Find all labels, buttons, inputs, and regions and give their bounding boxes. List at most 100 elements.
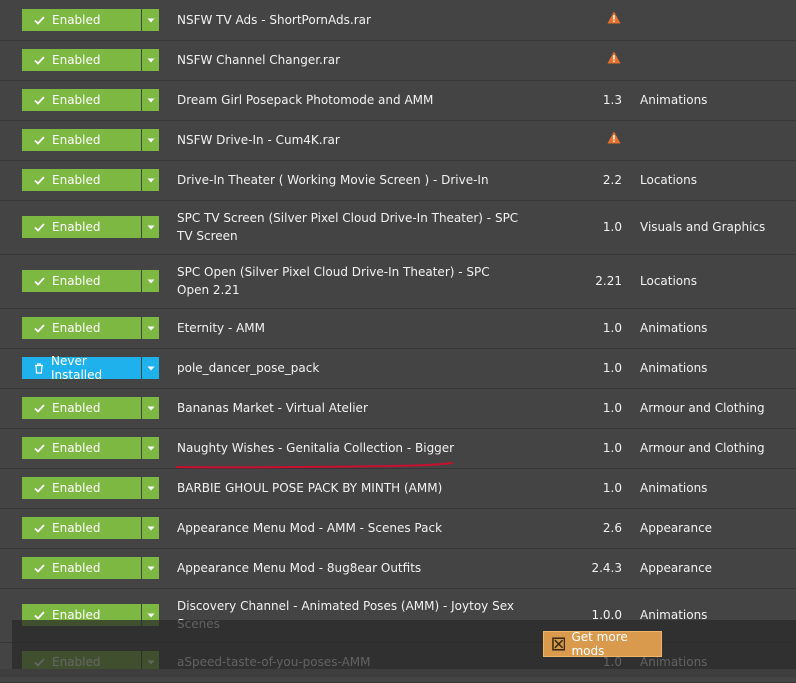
status-dropdown-toggle[interactable] bbox=[142, 357, 159, 379]
enabled-button[interactable]: Enabled bbox=[22, 270, 159, 292]
mod-name: SPC Open (Silver Pixel Cloud Drive-In Th… bbox=[177, 265, 490, 297]
enabled-button[interactable]: Enabled bbox=[22, 216, 159, 238]
chevron-down-icon bbox=[147, 326, 154, 330]
enabled-button[interactable]: Enabled bbox=[22, 557, 159, 579]
enabled-button[interactable]: Enabled bbox=[22, 129, 159, 151]
enabled-button[interactable]: Enabled bbox=[22, 477, 159, 499]
mod-name: Bananas Market - Virtual Atelier bbox=[177, 401, 368, 415]
status-dropdown-toggle[interactable] bbox=[142, 49, 159, 71]
status-toggle[interactable]: Enabled bbox=[22, 49, 141, 71]
chevron-down-icon bbox=[147, 366, 154, 370]
mod-version: 2.6 bbox=[540, 519, 622, 537]
status-dropdown-toggle[interactable] bbox=[142, 557, 159, 579]
status-toggle[interactable]: Enabled bbox=[22, 129, 141, 151]
never-installed-button[interactable]: Never Installed bbox=[22, 354, 159, 382]
status-dropdown-toggle[interactable] bbox=[142, 477, 159, 499]
status-toggle[interactable]: Enabled bbox=[22, 216, 141, 238]
status-dropdown-toggle[interactable] bbox=[142, 129, 159, 151]
get-more-mods-button[interactable]: Get more mods bbox=[543, 630, 662, 658]
mod-row[interactable]: Enabled Drive-In Theater ( Working Movie … bbox=[0, 160, 796, 201]
mod-row[interactable]: Enabled SPC Open (Silver Pixel Cloud Driv… bbox=[0, 254, 796, 309]
check-icon bbox=[34, 483, 45, 493]
mod-name: SPC TV Screen (Silver Pixel Cloud Drive-… bbox=[177, 211, 519, 243]
status-dropdown-toggle[interactable] bbox=[142, 270, 159, 292]
mod-row[interactable]: Enabled Eternity - AMM 1.0 Animations bbox=[0, 308, 796, 349]
check-icon bbox=[34, 523, 45, 533]
chevron-down-icon bbox=[147, 225, 154, 229]
mod-row[interactable]: Enabled NSFW TV Ads - ShortPornAds.rar bbox=[0, 0, 796, 41]
mod-version: 2.2 bbox=[540, 171, 622, 189]
warning-icon bbox=[607, 131, 621, 144]
enabled-button[interactable]: Enabled bbox=[22, 397, 159, 419]
status-dropdown-toggle[interactable] bbox=[142, 169, 159, 191]
status-dropdown-toggle[interactable] bbox=[142, 397, 159, 419]
status-dropdown-toggle[interactable] bbox=[142, 517, 159, 539]
status-toggle[interactable]: Enabled bbox=[22, 477, 141, 499]
check-icon bbox=[34, 175, 45, 185]
mod-category: Animations bbox=[640, 481, 708, 495]
chevron-down-icon bbox=[147, 566, 154, 570]
chevron-down-icon bbox=[147, 58, 154, 62]
enabled-button[interactable]: Enabled bbox=[22, 9, 159, 31]
status-dropdown-toggle[interactable] bbox=[142, 216, 159, 238]
mod-name: Appearance Menu Mod - AMM - Scenes Pack bbox=[177, 521, 443, 535]
mod-category: Appearance bbox=[640, 521, 713, 535]
mod-version: 2.4.3 bbox=[540, 559, 622, 577]
mod-name: pole_dancer_pose_pack bbox=[177, 361, 320, 375]
status-toggle[interactable]: Enabled bbox=[22, 397, 141, 419]
status-toggle[interactable]: Enabled bbox=[22, 517, 141, 539]
status-dropdown-toggle[interactable] bbox=[142, 89, 159, 111]
status-toggle[interactable]: Enabled bbox=[22, 557, 141, 579]
status-toggle[interactable]: Enabled bbox=[22, 169, 141, 191]
mod-category: Appearance bbox=[640, 561, 713, 575]
status-toggle[interactable]: Enabled bbox=[22, 89, 141, 111]
mod-version-text: 2.21 bbox=[595, 274, 622, 288]
status-dropdown-toggle[interactable] bbox=[142, 9, 159, 31]
mod-row[interactable]: Enabled BARBIE GHOUL POSE PACK BY MINTH (… bbox=[0, 468, 796, 509]
check-icon bbox=[34, 403, 45, 413]
mod-category: Armour and Clothing bbox=[640, 401, 765, 415]
mod-version: 1.0 bbox=[540, 359, 622, 377]
mod-row[interactable]: Enabled NSFW Drive-In - Cum4K.rar bbox=[0, 120, 796, 161]
status-label: Enabled bbox=[52, 220, 101, 234]
status-toggle[interactable]: Enabled bbox=[22, 270, 141, 292]
check-icon bbox=[34, 135, 45, 145]
mod-name: NSFW Drive-In - Cum4K.rar bbox=[177, 133, 340, 147]
mod-row[interactable]: Never Installed pole_dancer_pose_pack 1.0 A… bbox=[0, 348, 796, 389]
get-more-mods-label: Get more mods bbox=[571, 630, 628, 658]
check-icon bbox=[34, 95, 45, 105]
mod-category: Animations bbox=[640, 321, 708, 335]
status-label: Enabled bbox=[52, 274, 101, 288]
mod-version-text: 1.0 bbox=[602, 441, 622, 455]
mod-row[interactable]: Enabled Bananas Market - Virtual Atelier 1… bbox=[0, 388, 796, 429]
mod-version: 1.3 bbox=[540, 91, 622, 109]
status-toggle[interactable]: Enabled bbox=[22, 9, 141, 31]
mod-row[interactable]: Enabled Appearance Menu Mod - AMM - Scene… bbox=[0, 508, 796, 549]
mod-row[interactable]: Enabled SPC TV Screen (Silver Pixel Cloud… bbox=[0, 200, 796, 255]
mod-row[interactable]: Enabled NSFW Channel Changer.rar bbox=[0, 40, 796, 81]
red-underline-annotation bbox=[176, 462, 453, 469]
enabled-button[interactable]: Enabled bbox=[22, 517, 159, 539]
mod-name: Appearance Menu Mod - 8ug8ear Outfits bbox=[177, 561, 422, 575]
enabled-button[interactable]: Enabled bbox=[22, 169, 159, 191]
status-dropdown-toggle[interactable] bbox=[142, 317, 159, 339]
enabled-button[interactable]: Enabled bbox=[22, 89, 159, 111]
mod-name: Naughty Wishes - Genitalia Collection - … bbox=[177, 441, 455, 455]
status-toggle[interactable]: Enabled bbox=[22, 437, 141, 459]
enabled-button[interactable]: Enabled bbox=[22, 437, 159, 459]
status-toggle[interactable]: Never Installed bbox=[22, 354, 141, 382]
mod-version-text: 1.0 bbox=[602, 220, 622, 234]
check-icon bbox=[34, 323, 45, 333]
status-dropdown-toggle[interactable] bbox=[142, 437, 159, 459]
chevron-down-icon bbox=[147, 279, 154, 283]
mod-row[interactable]: Enabled Appearance Menu Mod - 8ug8ear Out… bbox=[0, 548, 796, 589]
enabled-button[interactable]: Enabled bbox=[22, 49, 159, 71]
enabled-button[interactable]: Enabled bbox=[22, 317, 159, 339]
chevron-down-icon bbox=[147, 613, 154, 617]
mod-version-text: 2.4.3 bbox=[591, 561, 622, 575]
mod-version-text: 1.3 bbox=[602, 93, 622, 107]
mod-version: 2.21 bbox=[540, 272, 622, 290]
mod-row[interactable]: Enabled Dream Girl Posepack Photomode and… bbox=[0, 80, 796, 121]
mod-category: Animations bbox=[640, 93, 708, 107]
status-toggle[interactable]: Enabled bbox=[22, 317, 141, 339]
